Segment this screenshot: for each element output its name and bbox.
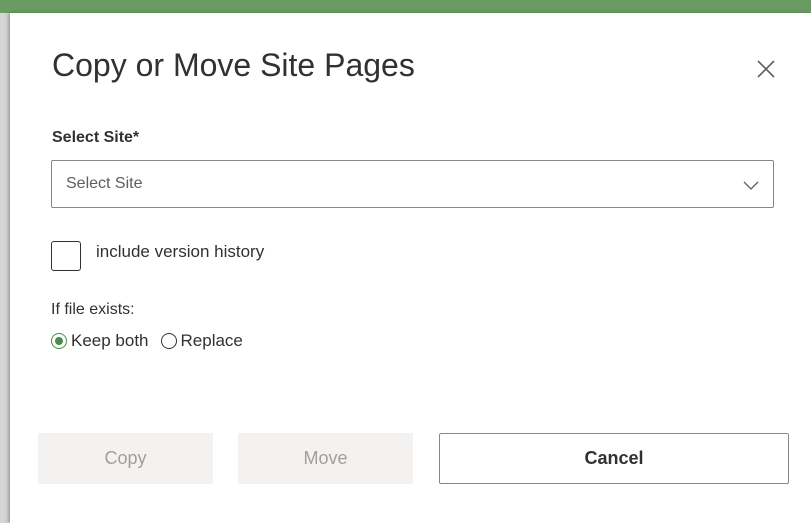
- file-exists-label: If file exists:: [51, 301, 135, 318]
- dialog-title: Copy or Move Site Pages: [52, 47, 415, 83]
- file-exists-radio-group: Keep both Replace: [51, 329, 255, 353]
- keep-both-label[interactable]: Keep both: [71, 331, 149, 351]
- version-history-checkbox[interactable]: [51, 241, 81, 271]
- chevron-down-icon: [743, 181, 759, 190]
- window-top-bar: [0, 0, 811, 13]
- select-site-dropdown[interactable]: Select Site: [51, 160, 774, 208]
- close-icon: [757, 60, 775, 78]
- keep-both-radio[interactable]: [51, 333, 67, 349]
- close-button[interactable]: [752, 55, 780, 83]
- replace-radio[interactable]: [160, 333, 177, 349]
- cancel-button[interactable]: Cancel: [439, 433, 789, 484]
- version-history-label[interactable]: include version history: [96, 242, 264, 262]
- background-overlay: [0, 13, 10, 523]
- copy-button[interactable]: Copy: [38, 433, 213, 484]
- select-site-value: Select Site: [66, 175, 143, 192]
- copy-move-dialog: Copy or Move Site Pages Select Site* Sel…: [10, 13, 811, 523]
- replace-label[interactable]: Replace: [181, 331, 243, 351]
- move-button[interactable]: Move: [238, 433, 413, 484]
- select-site-label: Select Site*: [52, 129, 140, 146]
